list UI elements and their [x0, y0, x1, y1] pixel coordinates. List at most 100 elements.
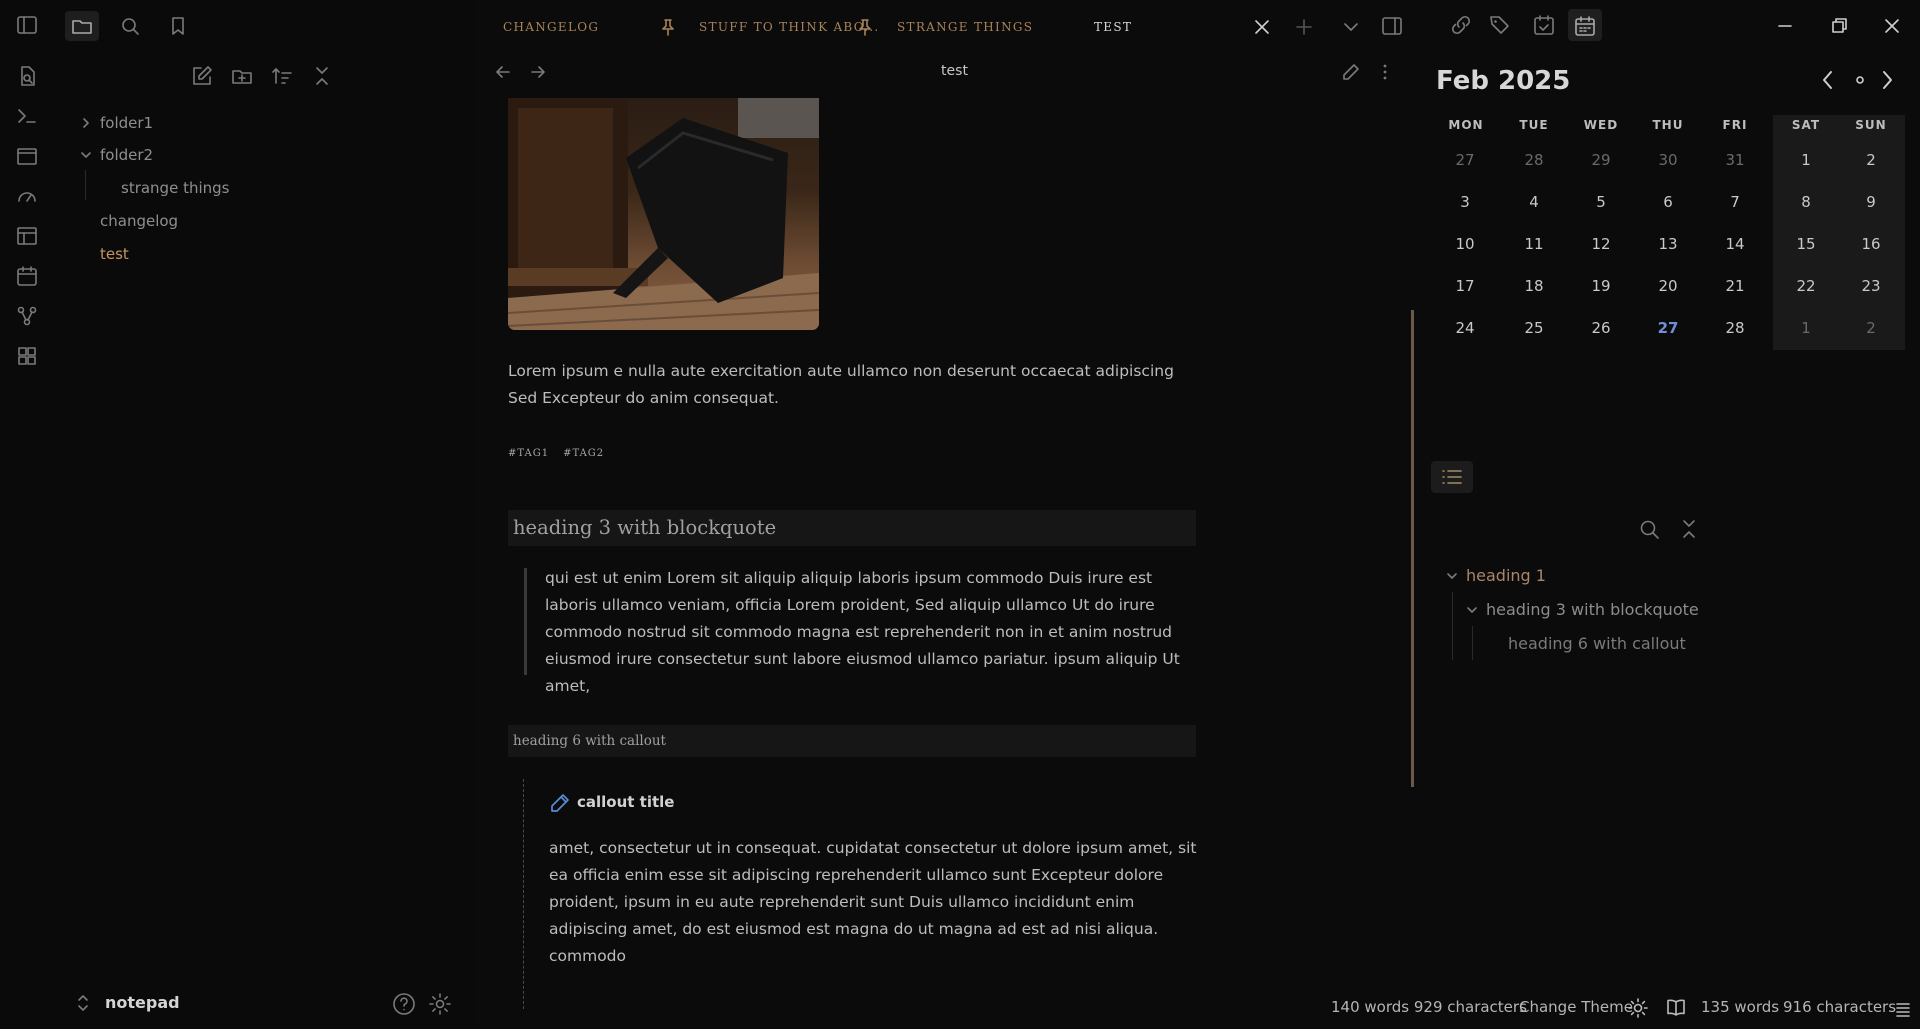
- heading-6[interactable]: heading 6 with callout: [508, 725, 1196, 757]
- calendar-day[interactable]: 21: [1705, 277, 1765, 295]
- minimize-icon[interactable]: [1775, 16, 1795, 36]
- chevron-down-icon[interactable]: [1466, 604, 1478, 616]
- callout-body[interactable]: amet, consectetur ut in consequat. cupid…: [549, 835, 1199, 970]
- tab-list-chevron-icon[interactable]: [1341, 17, 1361, 37]
- tree-file-test[interactable]: test: [100, 243, 129, 265]
- tree-folder-folder2[interactable]: folder2: [100, 144, 153, 166]
- graph-view-icon[interactable]: [14, 303, 40, 329]
- bookmark-icon[interactable]: [161, 11, 195, 41]
- calendar-day[interactable]: 6: [1638, 193, 1698, 211]
- calendar-day[interactable]: 27: [1638, 319, 1698, 337]
- calendar-day[interactable]: 29: [1571, 151, 1631, 169]
- tab-strange-things[interactable]: STRANGE THINGS: [897, 14, 1033, 40]
- calendar-day[interactable]: 2: [1841, 151, 1901, 169]
- calendar-day[interactable]: 13: [1638, 235, 1698, 253]
- vault-switch-icon[interactable]: [77, 994, 89, 1012]
- chevron-right-icon[interactable]: [80, 117, 92, 129]
- outline-item-heading-1[interactable]: heading 1: [1466, 566, 1546, 585]
- calendar-day[interactable]: 18: [1504, 277, 1564, 295]
- calendar-icon[interactable]: [14, 263, 40, 289]
- body-paragraph[interactable]: Lorem ipsum e nulla aute exercitation au…: [508, 358, 1196, 412]
- calendar-day[interactable]: 10: [1435, 235, 1495, 253]
- calendar-day[interactable]: 15: [1776, 235, 1836, 253]
- heading-3[interactable]: heading 3 with blockquote: [508, 510, 1196, 546]
- callout-title[interactable]: callout title: [577, 793, 674, 811]
- new-folder-icon[interactable]: [229, 63, 255, 89]
- sort-icon[interactable]: [269, 63, 295, 89]
- layout-icon[interactable]: [14, 223, 40, 249]
- calendar-day[interactable]: 25: [1504, 319, 1564, 337]
- calendar-day[interactable]: 9: [1841, 193, 1901, 211]
- calendar-day[interactable]: 2: [1841, 319, 1901, 337]
- folder-icon[interactable]: [65, 11, 99, 41]
- collapse-sidebar-icon[interactable]: [14, 12, 40, 38]
- more-options-icon[interactable]: [1379, 62, 1391, 82]
- calendar-day[interactable]: 7: [1705, 193, 1765, 211]
- tree-file-changelog[interactable]: changelog: [100, 210, 178, 232]
- sun-icon[interactable]: [1628, 998, 1648, 1018]
- calendar-check-icon[interactable]: [1532, 13, 1556, 37]
- canvas-icon[interactable]: [14, 143, 40, 169]
- tree-folder-folder1[interactable]: folder1: [100, 112, 153, 134]
- tags-icon[interactable]: [1488, 13, 1512, 37]
- search-icon[interactable]: [113, 11, 147, 41]
- chevron-down-icon[interactable]: [80, 149, 92, 161]
- calendar-day[interactable]: 5: [1571, 193, 1631, 211]
- calendar-day[interactable]: 20: [1638, 277, 1698, 295]
- toggle-right-sidebar-icon[interactable]: [1380, 14, 1404, 38]
- new-tab-plus-icon[interactable]: [1294, 17, 1314, 37]
- chevron-down-icon[interactable]: [1446, 570, 1458, 582]
- reading-book-icon[interactable]: [1666, 999, 1686, 1017]
- blockquote-text[interactable]: qui est ut enim Lorem sit aliquip aliqui…: [545, 565, 1200, 700]
- today-dot-icon[interactable]: [1853, 73, 1867, 87]
- calendar-day[interactable]: 1: [1776, 319, 1836, 337]
- tab-test[interactable]: TEST: [1094, 14, 1132, 40]
- note-title[interactable]: test: [477, 63, 1432, 79]
- backlinks-icon[interactable]: [1449, 13, 1473, 37]
- calendar-day[interactable]: 12: [1571, 235, 1631, 253]
- tree-file-strange-things[interactable]: strange things: [121, 177, 229, 199]
- plugins-grid-icon[interactable]: [14, 343, 40, 369]
- close-window-icon[interactable]: [1882, 16, 1902, 36]
- collapse-all-icon[interactable]: [309, 63, 335, 89]
- tab-changelog[interactable]: CHANGELOG: [503, 14, 599, 40]
- search-in-files-icon[interactable]: [14, 63, 40, 89]
- restore-icon[interactable]: [1829, 16, 1849, 36]
- calendar-day[interactable]: 27: [1435, 151, 1495, 169]
- calendar-day[interactable]: 24: [1435, 319, 1495, 337]
- edit-pencil-icon[interactable]: [1341, 62, 1361, 82]
- outline-item-heading-3[interactable]: heading 3 with blockquote: [1486, 600, 1699, 619]
- calendar-tab[interactable]: [1568, 9, 1602, 41]
- close-tab-icon[interactable]: [1252, 17, 1272, 37]
- outline-tab[interactable]: [1431, 461, 1473, 493]
- calendar-day[interactable]: 17: [1435, 277, 1495, 295]
- calendar-day[interactable]: 11: [1504, 235, 1564, 253]
- sync-status-icon[interactable]: [1894, 999, 1912, 1017]
- tag-pill[interactable]: #TAG1: [508, 448, 549, 459]
- outline-collapse-icon[interactable]: [1679, 518, 1699, 540]
- vault-name[interactable]: notepad: [105, 993, 180, 1012]
- calendar-day[interactable]: 16: [1841, 235, 1901, 253]
- calendar-day[interactable]: 3: [1435, 193, 1495, 211]
- outline-item-heading-6[interactable]: heading 6 with callout: [1508, 634, 1686, 653]
- change-theme-button[interactable]: Change Theme: [1519, 998, 1633, 1016]
- calendar-day[interactable]: 8: [1776, 193, 1836, 211]
- prev-month-icon[interactable]: [1818, 69, 1838, 91]
- calendar-day[interactable]: 19: [1571, 277, 1631, 295]
- calendar-day[interactable]: 26: [1571, 319, 1631, 337]
- calendar-day[interactable]: 1: [1776, 151, 1836, 169]
- tab-stuff-to-think-about[interactable]: STUFF TO THINK ABO...: [699, 14, 880, 40]
- calendar-day[interactable]: 28: [1504, 151, 1564, 169]
- outline-search-icon[interactable]: [1638, 518, 1660, 540]
- calendar-day[interactable]: 23: [1841, 277, 1901, 295]
- help-icon[interactable]: [392, 992, 416, 1016]
- tag-pill[interactable]: #TAG2: [563, 448, 604, 459]
- calendar-day[interactable]: 28: [1705, 319, 1765, 337]
- new-note-icon[interactable]: [189, 63, 215, 89]
- settings-gear-icon[interactable]: [428, 992, 452, 1016]
- calendar-day[interactable]: 30: [1638, 151, 1698, 169]
- scrollbar-thumb[interactable]: [1411, 310, 1414, 787]
- terminal-icon[interactable]: [14, 103, 40, 129]
- calendar-day[interactable]: 31: [1705, 151, 1765, 169]
- dashboard-icon[interactable]: [14, 183, 40, 209]
